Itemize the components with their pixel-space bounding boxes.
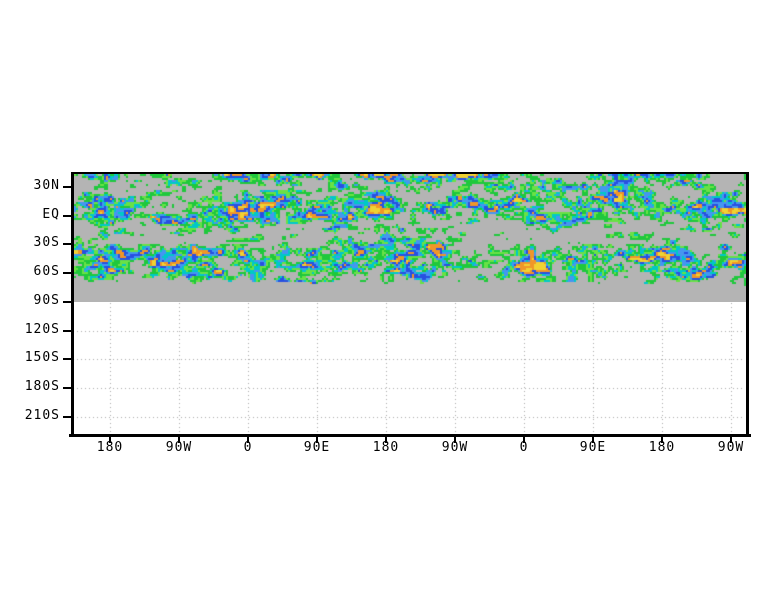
y-tick [63,215,71,217]
y-tick [63,416,71,418]
x-axis-label: 90E [303,440,331,455]
y-axis-label: 120S [24,322,60,337]
y-tick [63,301,71,303]
y-axis-label: 60S [33,264,60,279]
y-axis-label: 180S [24,379,60,394]
x-axis-label: 180 [372,440,400,455]
plot-figure: 30N EQ 30S 60S 90S 120S 150S 180S 210S 180 90W 0 90… [0,0,784,612]
y-tick [63,387,71,389]
y-axis-label: EQ [42,207,60,222]
y-tick [63,330,71,332]
y-axis-line [71,172,74,437]
y-axis-label: 210S [24,408,60,423]
x-axis-label: 180 [96,440,124,455]
x-axis-label: 90E [579,440,607,455]
y-tick [63,243,71,245]
y-tick [63,358,71,360]
x-axis-label: 90W [717,440,745,455]
x-axis-label: 180 [648,440,676,455]
plot-frame-right-line [746,172,749,437]
y-tick [63,272,71,274]
dotted-gridlines [0,0,784,612]
y-axis-label: 30S [33,235,60,250]
y-axis-label: 30N [33,178,60,193]
y-axis-label: 90S [33,293,60,308]
x-axis-label: 0 [519,440,529,455]
x-axis-label: 90W [165,440,193,455]
y-tick [63,186,71,188]
x-axis-label: 0 [243,440,253,455]
y-axis-label: 150S [24,350,60,365]
x-axis-label: 90W [441,440,469,455]
plot-frame-top-line [71,172,749,174]
x-axis-line [69,434,751,437]
